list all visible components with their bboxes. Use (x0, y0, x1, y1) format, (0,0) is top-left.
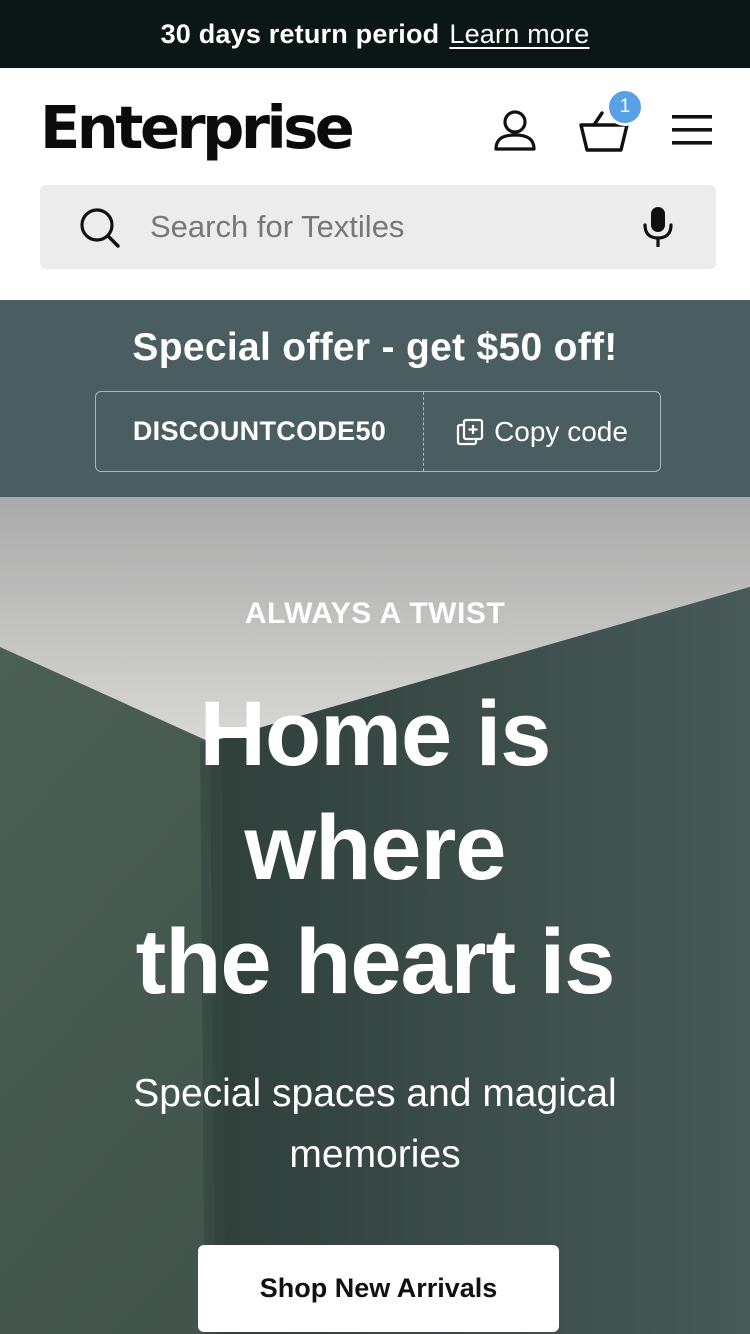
menu-icon (672, 115, 712, 145)
announcement-bar: 30 days return period Learn more (0, 0, 750, 68)
cart-count-badge: 1 (606, 88, 644, 126)
promo-banner: Special offer - get $50 off! DISCOUNTCOD… (0, 300, 750, 497)
copy-code-button[interactable]: Copy code (424, 392, 660, 471)
hero-title: Home is where the heart is (0, 677, 750, 1019)
shop-new-arrivals-button[interactable]: Shop New Arrivals (198, 1245, 559, 1332)
account-button[interactable] (488, 104, 542, 158)
hero-subtitle-line: memories (289, 1133, 461, 1176)
search-input[interactable]: Search for Textiles (150, 185, 404, 269)
copy-icon (456, 418, 484, 445)
hero-banner: ALWAYS A TWIST Home is where the heart i… (0, 497, 750, 1334)
discount-code: DISCOUNTCODE50 (96, 392, 424, 471)
copy-code-label: Copy code (494, 415, 628, 447)
promo-title: Special offer - get $50 off! (132, 326, 618, 369)
search-icon[interactable] (78, 206, 122, 250)
hero-title-line: Home is (199, 683, 552, 785)
microphone-icon[interactable] (638, 205, 678, 249)
account-icon (494, 110, 536, 151)
announcement-text: 30 days return period (160, 18, 440, 49)
logo[interactable]: Enterprise (40, 92, 355, 164)
hero-kicker: ALWAYS A TWIST (244, 597, 506, 630)
hero-subtitle: Special spaces and magical memories (0, 1063, 750, 1185)
hero-title-line: the heart is (135, 911, 616, 1013)
hero-subtitle-line: Special spaces and magical (133, 1072, 617, 1115)
discount-code-box: DISCOUNTCODE50 Copy code (95, 391, 661, 472)
learn-more-link[interactable]: Learn more (449, 19, 589, 50)
hero-title-line: where (244, 797, 507, 899)
site-header: Enterprise 1 Search for Textiles (0, 68, 750, 300)
search-bar[interactable]: Search for Textiles (40, 185, 716, 269)
menu-button[interactable] (668, 106, 716, 154)
